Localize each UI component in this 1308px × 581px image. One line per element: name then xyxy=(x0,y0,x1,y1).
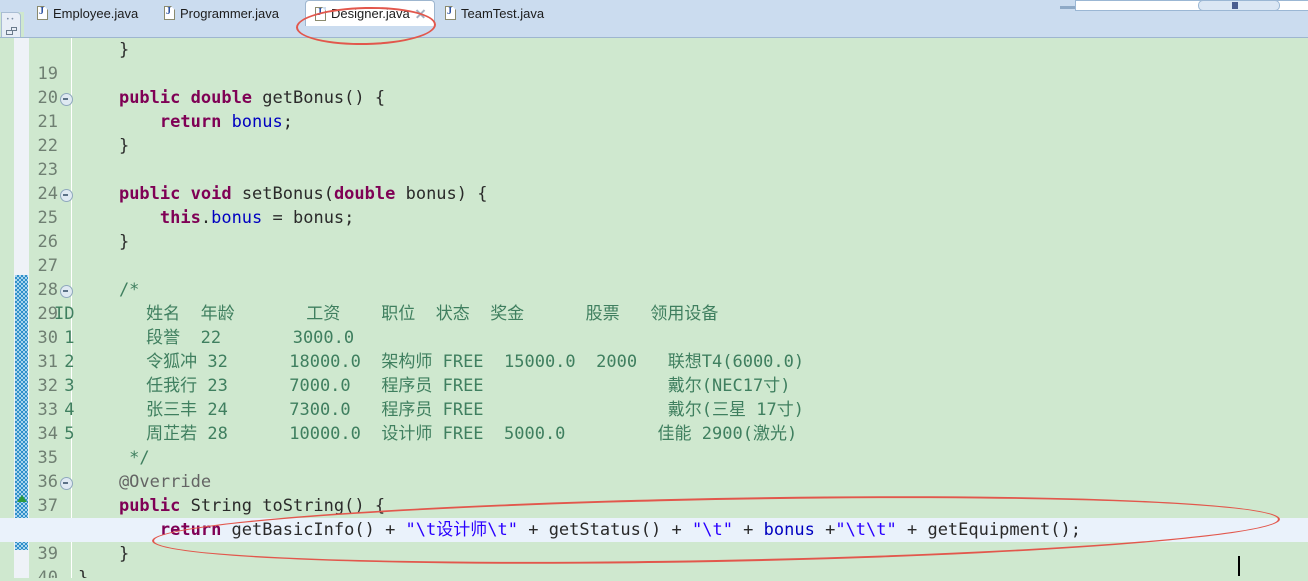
line-content: @Override xyxy=(78,472,212,492)
code-line[interactable]: 32 2 令狐冲 32 18000.0 架构师 FREE 15000.0 200… xyxy=(0,350,1308,396)
fold-collapse-icon[interactable] xyxy=(60,93,73,106)
line-content: this.bonus = bonus; xyxy=(159,208,355,228)
line-content: return bonus; xyxy=(159,112,293,132)
tab-designer-java[interactable]: Designer.java xyxy=(305,0,435,26)
code-line[interactable]: 35 5 周芷若 28 10000.0 设计师 FREE 5000.0 佳能 2… xyxy=(0,422,1308,468)
line-content: public String toString() { xyxy=(118,496,386,516)
tab-label: Designer.java xyxy=(331,6,410,21)
line-content: return getBasicInfo() + "\t设计师\t" + getS… xyxy=(159,520,1081,540)
line-content: } xyxy=(78,232,130,252)
tab-teamtest-java[interactable]: TeamTest.java xyxy=(436,0,576,26)
code-line[interactable]: 19 } xyxy=(0,38,1308,84)
text-caret xyxy=(1238,556,1240,576)
code-line[interactable]: 21 public double getBonus() { xyxy=(0,86,1308,132)
close-icon[interactable] xyxy=(415,8,426,19)
tab-label: TeamTest.java xyxy=(461,5,545,21)
code-line[interactable]: 24 xyxy=(0,158,1308,204)
code-line[interactable]: 28 xyxy=(0,254,1308,300)
tab-label: Employee.java xyxy=(53,5,139,21)
toolbar-perspective-icon[interactable] xyxy=(1232,2,1238,9)
line-content: 1 段誉 22 3000.0 xyxy=(54,328,355,348)
code-line[interactable]: 34 4 张三丰 24 7300.0 程序员 FREE 戴尔(三星 17寸) xyxy=(0,398,1308,444)
java-file-icon xyxy=(445,6,456,20)
code-line[interactable]: 22 return bonus; xyxy=(0,110,1308,156)
line-content: ID 姓名 年龄 工资 职位 状态 奖金 股票 领用设备 xyxy=(54,304,719,324)
code-line[interactable]: 38 public String toString() { xyxy=(0,494,1308,540)
line-content: /* xyxy=(78,280,140,300)
line-content: } xyxy=(78,136,130,156)
line-content: 2 令狐冲 32 18000.0 架构师 FREE 15000.0 2000 联… xyxy=(54,352,805,372)
line-content: } xyxy=(78,544,130,564)
line-content: 4 张三丰 24 7300.0 程序员 FREE 戴尔(三星 17寸) xyxy=(54,400,804,420)
code-editor[interactable]: 19 } 20 21 public double getBonus() { 22… xyxy=(0,38,1308,581)
tab-label: Programmer.java xyxy=(180,5,279,21)
fold-collapse-icon[interactable] xyxy=(60,477,73,490)
tab-programmer-java[interactable]: Programmer.java xyxy=(155,0,315,26)
code-line[interactable]: 36 */ xyxy=(0,446,1308,492)
java-file-icon xyxy=(37,6,48,20)
code-line[interactable]: 23 } xyxy=(0,134,1308,180)
line-content: } xyxy=(78,40,130,60)
code-line-current[interactable]: 39 return getBasicInfo() + "\t设计师\t" + g… xyxy=(0,518,1308,564)
code-line[interactable]: 30 ID 姓名 年龄 工资 职位 状态 奖金 股票 领用设备 xyxy=(0,302,1308,348)
code-line[interactable]: 31 1 段誉 22 3000.0 xyxy=(0,326,1308,372)
fold-collapse-icon[interactable] xyxy=(60,189,73,202)
line-content: public void setBonus(double bonus) { xyxy=(118,184,488,204)
toolbar-button-group[interactable] xyxy=(1198,0,1280,11)
code-line[interactable]: 27 } xyxy=(0,230,1308,276)
line-content: 3 任我行 23 7000.0 程序员 FREE 戴尔(NEC17寸) xyxy=(54,376,791,396)
fold-collapse-icon[interactable] xyxy=(60,285,73,298)
code-line[interactable]: 29 /* xyxy=(0,278,1308,324)
code-line[interactable]: 26 this.bonus = bonus; xyxy=(0,206,1308,252)
tab-employee-java[interactable]: Employee.java xyxy=(28,0,175,26)
code-line[interactable]: 25 public void setBonus(double bonus) { xyxy=(0,182,1308,228)
line-content: public double getBonus() { xyxy=(118,88,386,108)
code-line[interactable]: 20 xyxy=(0,62,1308,108)
code-line[interactable]: 33 3 任我行 23 7000.0 程序员 FREE 戴尔(NEC17寸) xyxy=(0,374,1308,420)
java-file-icon xyxy=(164,6,175,20)
code-line[interactable]: 40 } xyxy=(0,542,1308,581)
line-content: */ xyxy=(78,448,150,468)
java-file-icon xyxy=(315,6,326,21)
view-menu-dots-icon[interactable]: •• xyxy=(6,16,15,23)
line-content: 5 周芷若 28 10000.0 设计师 FREE 5000.0 佳能 2900… xyxy=(54,424,798,444)
code-line[interactable]: 37 @Override xyxy=(0,470,1308,516)
